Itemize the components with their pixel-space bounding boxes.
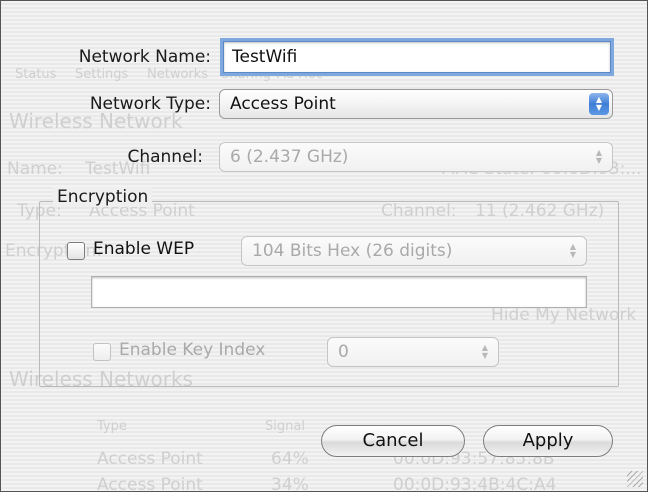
bg-row2-type: Access Point — [97, 475, 203, 492]
channel-selected: 6 (2.437 GHz) — [230, 147, 349, 167]
network-name-field[interactable]: TestWifi — [220, 38, 614, 76]
key-index-selected: 0 — [338, 342, 349, 362]
chevron-up-down-icon: ▲ ▼ — [595, 148, 603, 165]
bg-row1-signal: 64% — [271, 449, 309, 469]
bg-tab-status: Status — [15, 67, 57, 82]
chevron-up-down-icon: ▲ ▼ — [481, 343, 489, 360]
apply-button[interactable]: Apply — [483, 425, 613, 457]
chevron-up-down-icon: ▲ ▼ — [589, 93, 609, 115]
wep-key-type-popup[interactable]: 104 Bits Hex (26 digits) ▲ ▼ — [241, 236, 587, 266]
cancel-button[interactable]: Cancel — [321, 425, 465, 457]
bg-row1-type: Access Point — [97, 449, 203, 469]
enable-key-index-label[interactable]: Enable Key Index — [119, 340, 265, 360]
encryption-group-title: Encryption — [53, 187, 153, 207]
enable-wep-checkbox[interactable] — [67, 242, 85, 260]
bg-row2-signal: 34% — [271, 475, 309, 492]
key-index-popup[interactable]: 0 ▲ ▼ — [327, 337, 499, 367]
network-type-popup[interactable]: Access Point ▲ ▼ — [219, 89, 613, 119]
network-type-label: Network Type: — [89, 94, 211, 114]
wep-key-field[interactable] — [91, 276, 587, 308]
channel-label: Channel: — [127, 147, 203, 167]
bg-col-type: Type — [97, 419, 127, 434]
enable-key-index-checkbox[interactable] — [93, 343, 111, 361]
wep-key-type-selected: 104 Bits Hex (26 digits) — [252, 241, 453, 261]
network-type-selected: Access Point — [230, 94, 336, 114]
bg-tab-settings: Settings — [75, 67, 129, 82]
bg-row2-mac: 00:0D:93:4B:4C:A4 — [393, 475, 557, 492]
network-name-label: Network Name: — [78, 47, 211, 67]
chevron-up-down-icon: ▲ ▼ — [569, 242, 577, 259]
network-name-value: TestWifi — [232, 47, 298, 67]
channel-popup[interactable]: 6 (2.437 GHz) ▲ ▼ — [219, 142, 613, 172]
resize-grip-icon[interactable] — [627, 471, 643, 487]
network-settings-sheet: Status Settings Networks Sharing Ad Hoc … — [0, 0, 648, 492]
enable-wep-label[interactable]: Enable WEP — [93, 239, 194, 259]
bg-col-signal: Signal — [265, 419, 305, 434]
bg-tab-networks: Networks — [147, 67, 209, 82]
